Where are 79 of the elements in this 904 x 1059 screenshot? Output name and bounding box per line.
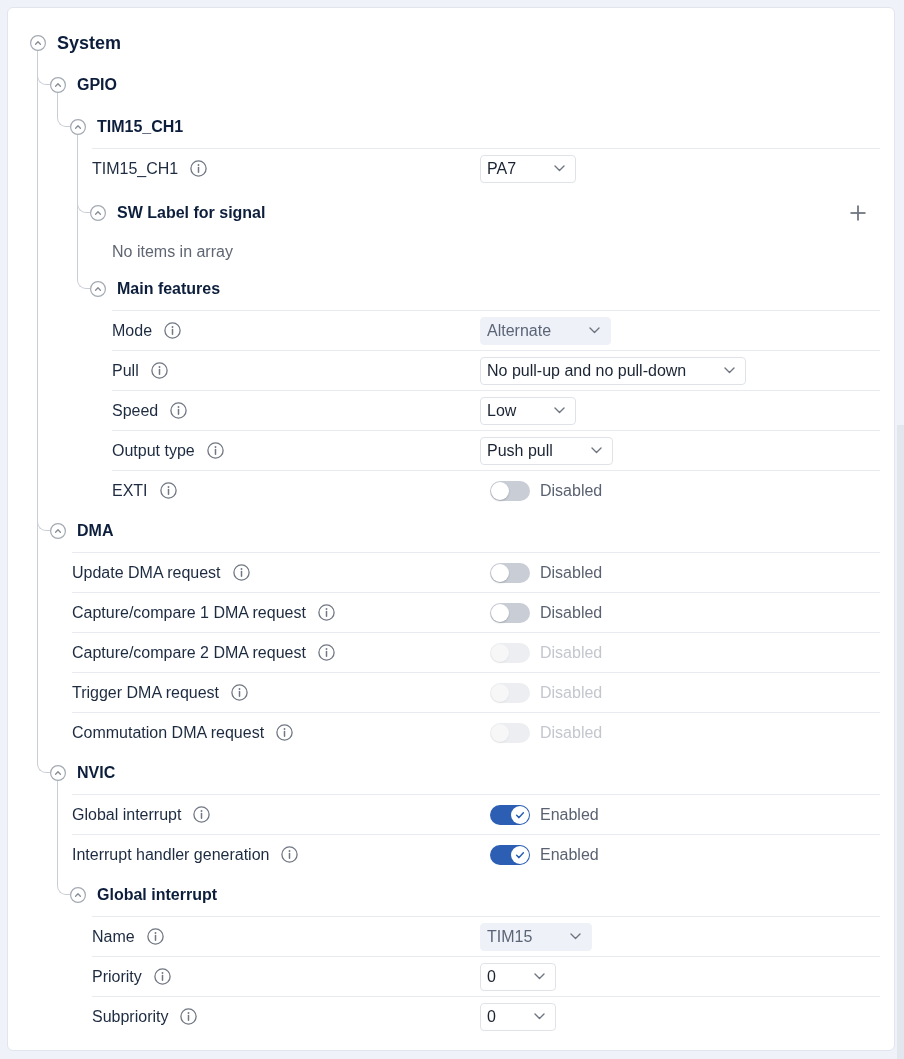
chevron-up-icon[interactable] — [90, 205, 106, 221]
info-icon[interactable] — [150, 362, 168, 379]
group-title: TIM15_CH1 — [97, 117, 184, 137]
field-label: Name — [92, 927, 135, 946]
toggle-switch[interactable] — [490, 562, 530, 583]
group-title: NVIC — [77, 763, 116, 783]
field-label: TIM15_CH1 — [92, 159, 179, 178]
empty-message: No items in array — [112, 242, 234, 262]
status-text: Disabled — [540, 723, 603, 742]
toggle-switch[interactable] — [490, 844, 530, 865]
status-text: Enabled — [540, 845, 599, 864]
chevron-up-icon[interactable] — [50, 77, 66, 93]
chevron-up-icon[interactable] — [50, 523, 66, 539]
chevron-down-icon — [724, 367, 736, 374]
status-text: Disabled — [540, 683, 603, 702]
info-icon[interactable] — [276, 724, 294, 741]
info-icon[interactable] — [317, 644, 335, 661]
chevron-down-icon — [589, 327, 601, 334]
field-label: Speed — [112, 401, 159, 420]
info-icon[interactable] — [164, 322, 182, 339]
status-text: Disabled — [540, 603, 603, 622]
chevron-down-icon — [570, 933, 582, 940]
info-icon[interactable] — [232, 564, 250, 581]
field-label: Subpriority — [92, 1007, 169, 1026]
info-icon[interactable] — [153, 968, 171, 985]
field-label: Pull — [112, 361, 139, 380]
info-icon[interactable] — [180, 1008, 198, 1025]
group-title: Main features — [117, 279, 221, 299]
field-label: Global interrupt — [72, 805, 182, 824]
status-text: Disabled — [540, 643, 603, 662]
check-icon — [511, 805, 529, 824]
chevron-up-icon[interactable] — [30, 35, 46, 51]
check-icon — [511, 845, 529, 864]
toggle-switch[interactable] — [490, 804, 530, 825]
field-label: Capture/compare 2 DMA request — [72, 643, 306, 662]
chevron-down-icon — [554, 407, 566, 414]
field-label: Priority — [92, 967, 142, 986]
field-label: EXTI — [112, 481, 148, 500]
toggle-switch[interactable] — [490, 480, 530, 501]
info-icon[interactable] — [146, 928, 164, 945]
chevron-up-icon[interactable] — [50, 765, 66, 781]
chevron-down-icon — [590, 447, 602, 454]
chevron-up-icon[interactable] — [90, 281, 106, 297]
group-title: SW Label for signal — [117, 203, 266, 223]
status-text: Enabled — [540, 805, 599, 824]
field-label: Mode — [112, 321, 153, 340]
chevron-down-icon — [533, 1013, 545, 1020]
dropdown[interactable]: PA7 — [480, 154, 577, 183]
group-title: Global interrupt — [97, 885, 217, 905]
chevron-up-icon[interactable] — [70, 119, 86, 135]
chevron-up-icon[interactable] — [70, 887, 86, 903]
dropdown[interactable]: Push pull — [480, 436, 613, 465]
info-icon[interactable] — [170, 402, 188, 419]
dropdown[interactable]: 0 — [480, 962, 556, 991]
field-label: Commutation DMA request — [72, 723, 265, 742]
chevron-down-icon — [533, 973, 545, 980]
field-label: Capture/compare 1 DMA request — [72, 603, 306, 622]
info-icon[interactable] — [193, 806, 211, 823]
field-label: Interrupt handler generation — [72, 845, 270, 864]
field-label: Output type — [112, 441, 195, 460]
plus-icon[interactable] — [850, 205, 866, 221]
field-label: Update DMA request — [72, 563, 221, 582]
status-text: Disabled — [540, 563, 603, 582]
toggle-switch[interactable] — [490, 602, 530, 623]
group-title: GPIO — [77, 75, 117, 95]
status-text: Disabled — [540, 481, 603, 500]
info-icon[interactable] — [190, 160, 208, 177]
chevron-down-icon — [554, 165, 566, 172]
info-icon[interactable] — [317, 604, 335, 621]
info-icon[interactable] — [231, 684, 248, 701]
info-icon[interactable] — [206, 442, 224, 459]
field-label: Trigger DMA request — [72, 683, 219, 702]
dropdown[interactable]: Low — [480, 396, 577, 425]
group-title: DMA — [77, 521, 114, 541]
dropdown[interactable]: No pull-up and no pull-down — [480, 356, 747, 385]
group-title: System — [57, 32, 122, 54]
info-icon[interactable] — [159, 482, 177, 499]
info-icon[interactable] — [281, 846, 299, 863]
dropdown[interactable]: 0 — [480, 1002, 556, 1031]
